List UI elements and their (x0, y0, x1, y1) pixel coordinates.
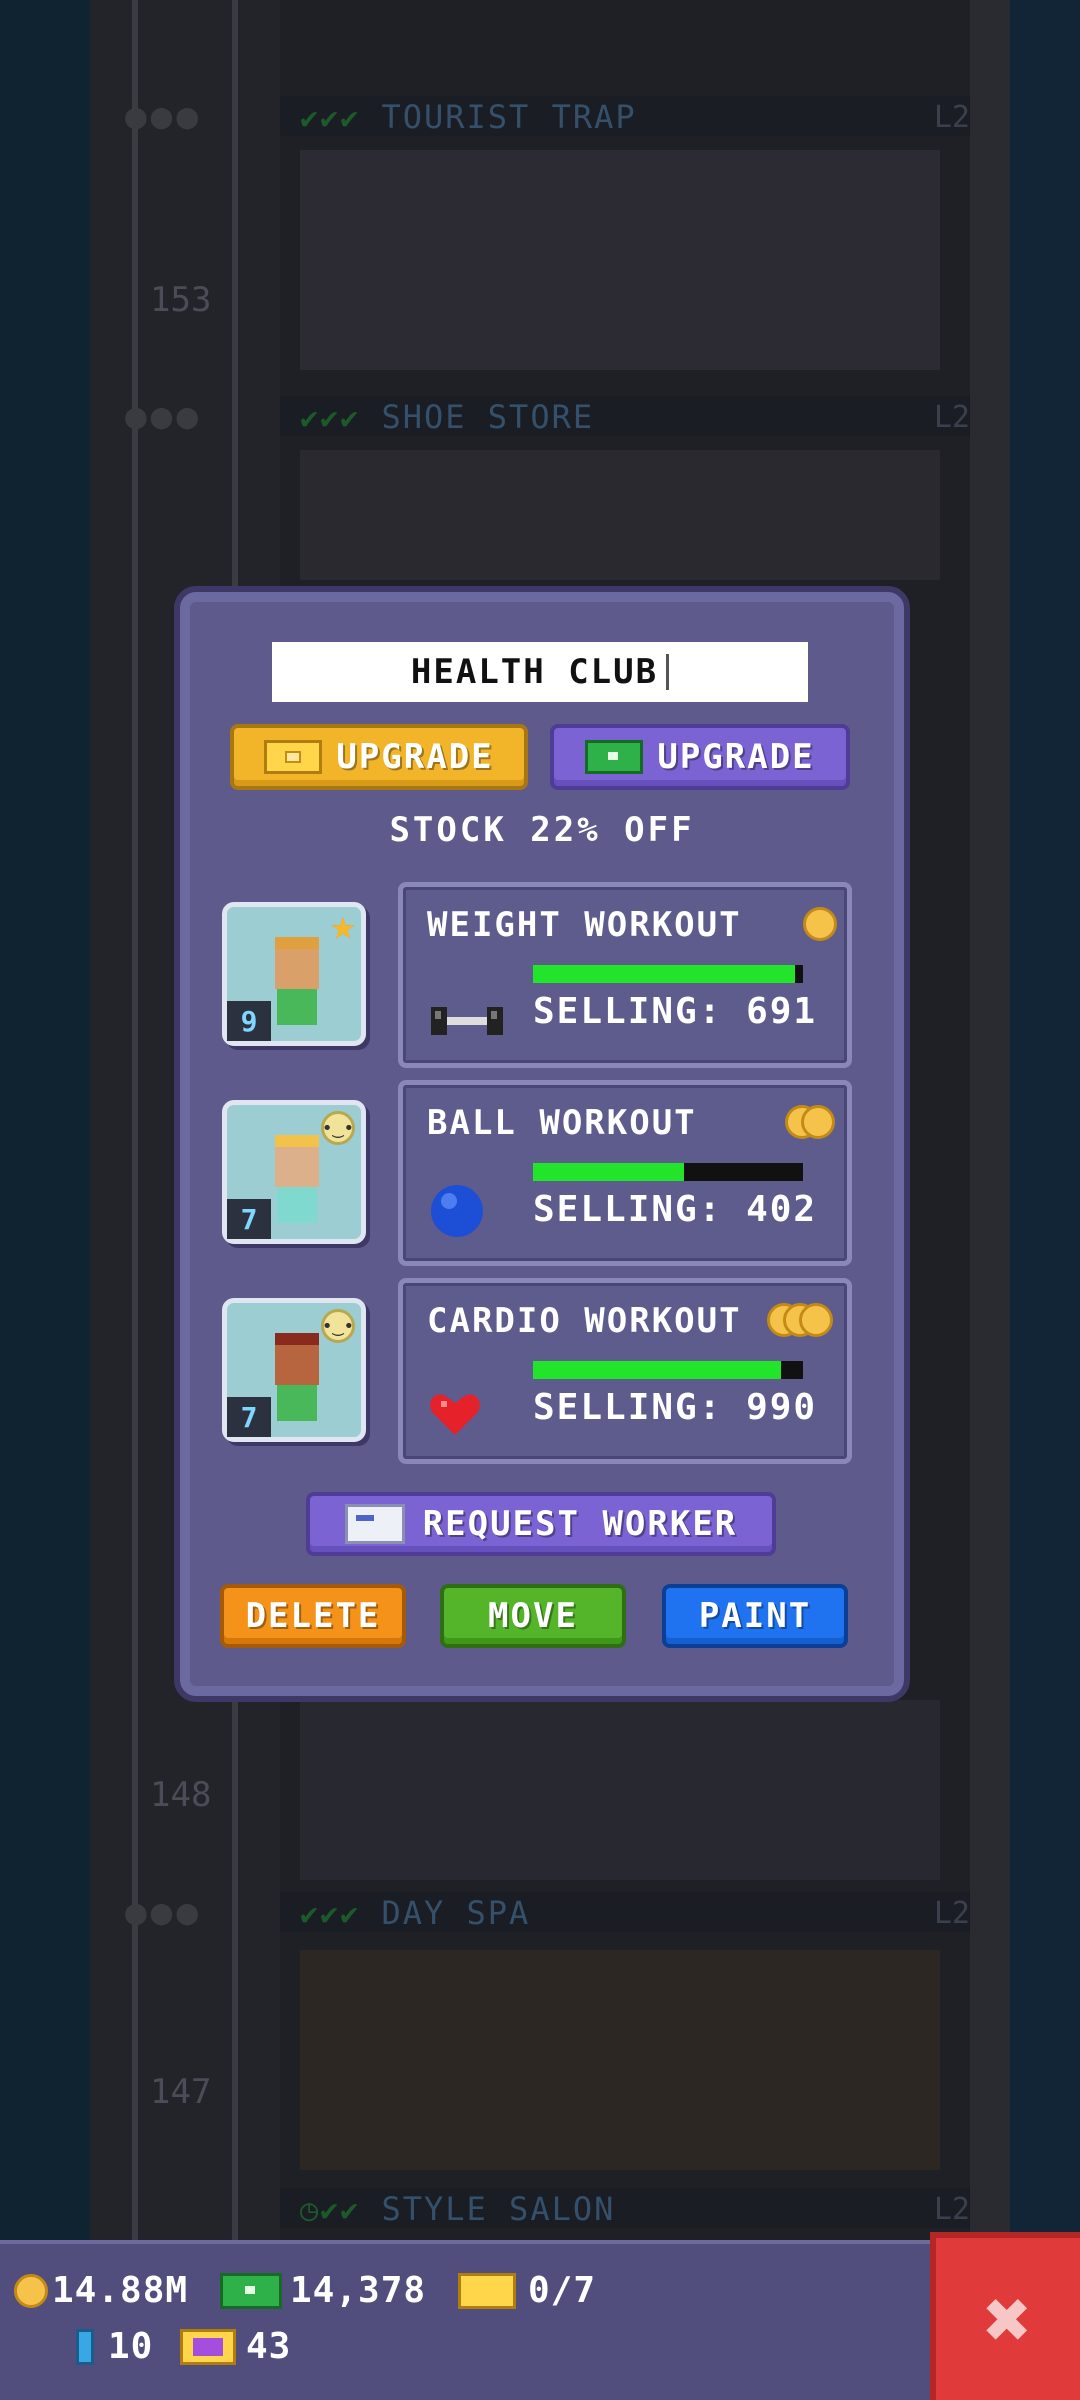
product-ball-workout[interactable]: BALL WORKOUT SELLING: 402 (398, 1080, 852, 1266)
bux-icon (220, 2272, 282, 2309)
dumbbell-icon (429, 1001, 505, 1045)
stock-progress-bar (533, 965, 803, 983)
selling-count: SELLING: 990 (533, 1387, 818, 1428)
vip-ticket-icon (180, 2328, 236, 2365)
vip-value: 43 (246, 2326, 292, 2367)
coin-icon (799, 1303, 833, 1337)
upgrade-bux-label: UPGRADE (657, 737, 815, 777)
floor-checks: ✔✔✔ (300, 1897, 361, 1932)
upgrade-bux-button[interactable]: UPGRADE (550, 724, 850, 790)
floor-stars: ●●● (125, 1892, 203, 1933)
floor-number: 153 (150, 280, 212, 320)
text-caret (666, 654, 670, 690)
floor-name: DAY SPA (381, 1894, 531, 1932)
product-name: WEIGHT WORKOUT (427, 905, 742, 945)
floor-checks: ◷✔✔ (300, 2193, 361, 2228)
star-icon: ★ (330, 900, 356, 949)
ball-icon (429, 1183, 485, 1243)
neutral-face-icon: •‿• (321, 1309, 355, 1343)
resource-bar (0, 2240, 930, 2400)
mail-icon (344, 1504, 405, 1544)
floor-label-tourist-trap: ✔✔✔ TOURIST TRAP (300, 98, 637, 136)
worker-slot-2[interactable]: •‿• 7 (222, 1100, 366, 1244)
product-weight-workout[interactable]: WEIGHT WORKOUT SELLING: 691 (398, 882, 852, 1068)
shop-interior (300, 450, 940, 580)
worker-level: 7 (227, 1397, 271, 1437)
gems-value: 10 (108, 2326, 154, 2367)
floor-stars: ●●● (125, 396, 203, 437)
tower-edge (970, 0, 1010, 2240)
floor-label-shoe-store: ✔✔✔ SHOE STORE (300, 398, 594, 436)
worker-avatar (269, 1135, 325, 1235)
bux-value: 14,378 (290, 2270, 427, 2311)
floor-name: STYLE SALON (381, 2190, 616, 2228)
shop-name-value: HEALTH CLUB (410, 652, 659, 692)
shop-interior (300, 150, 940, 370)
floor-number: 148 (150, 1775, 212, 1815)
worker-level: 9 (227, 1001, 271, 1041)
coins-value: 14.88M (52, 2270, 189, 2311)
product-name: BALL WORKOUT (427, 1103, 697, 1143)
bux-icon (585, 740, 644, 774)
product-cardio-workout[interactable]: CARDIO WORKOUT SELLING: 990 (398, 1278, 852, 1464)
coin-icon (801, 1105, 835, 1139)
floor-number: 147 (150, 2072, 212, 2112)
upgrade-coins-label: UPGRADE (336, 737, 494, 777)
sky-right (1010, 0, 1080, 2240)
product-name: CARDIO WORKOUT (427, 1301, 742, 1341)
selling-count: SELLING: 691 (533, 991, 818, 1032)
bux-counter: 14,378 (220, 2270, 426, 2311)
floor-name: SHOE STORE (381, 398, 595, 436)
floor-level: L2 (933, 1896, 970, 1931)
worker-avatar (269, 937, 325, 1037)
sky-left (0, 0, 90, 2240)
stock-progress-fill (533, 1163, 685, 1181)
worker-slot-1[interactable]: ★ 9 (222, 902, 366, 1046)
tickets-counter: 0/7 (458, 2270, 596, 2311)
paint-button[interactable]: PAINT (662, 1584, 848, 1648)
selling-count: SELLING: 402 (533, 1189, 818, 1230)
floor-checks: ✔✔✔ (300, 401, 361, 436)
gem-icon (76, 2328, 94, 2365)
stock-progress-fill (533, 1361, 782, 1379)
floor-label-style-salon: ◷✔✔ STYLE SALON (300, 2190, 615, 2228)
floor-level: L2 (933, 400, 970, 435)
floor-label-day-spa: ✔✔✔ DAY SPA (300, 1894, 530, 1932)
stock-discount-text: STOCK 22% OFF (389, 810, 695, 850)
worker-avatar (269, 1333, 325, 1433)
request-worker-button[interactable]: REQUEST WORKER (306, 1492, 776, 1556)
coins-counter: 14.88M (14, 2270, 188, 2311)
golden-ticket-icon (458, 2272, 516, 2309)
shop-interior (300, 1700, 940, 1880)
worker-slot-3[interactable]: •‿• 7 (222, 1298, 366, 1442)
heart-icon (429, 1391, 481, 1441)
stock-progress-bar (533, 1163, 803, 1181)
upgrade-coins-button[interactable]: UPGRADE (230, 724, 528, 790)
floor-level: L2 (933, 2192, 970, 2227)
stock-progress-fill (533, 965, 795, 983)
move-button[interactable]: MOVE (440, 1584, 626, 1648)
tickets-value: 0/7 (528, 2270, 597, 2311)
coin-icon (803, 907, 837, 941)
close-icon: ✖ (983, 2272, 1033, 2366)
golden-ticket-icon (264, 740, 323, 774)
gems-counter: 10 (76, 2326, 153, 2367)
delete-button[interactable]: DELETE (220, 1584, 406, 1648)
stock-progress-bar (533, 1361, 803, 1379)
shop-name-input[interactable]: HEALTH CLUB (272, 642, 808, 702)
worker-level: 7 (227, 1199, 271, 1239)
floor-checks: ✔✔✔ (300, 101, 361, 136)
floor-level: L2 (933, 100, 970, 135)
shop-interior (300, 1950, 940, 2170)
floor-stars: ●●● (125, 96, 203, 137)
neutral-face-icon: •‿• (321, 1111, 355, 1145)
request-worker-label: REQUEST WORKER (422, 1504, 738, 1544)
floor-name: TOURIST TRAP (381, 98, 637, 136)
close-button[interactable]: ✖ (930, 2232, 1080, 2400)
coin-icon (14, 2273, 48, 2308)
vip-counter: 43 (180, 2326, 291, 2367)
